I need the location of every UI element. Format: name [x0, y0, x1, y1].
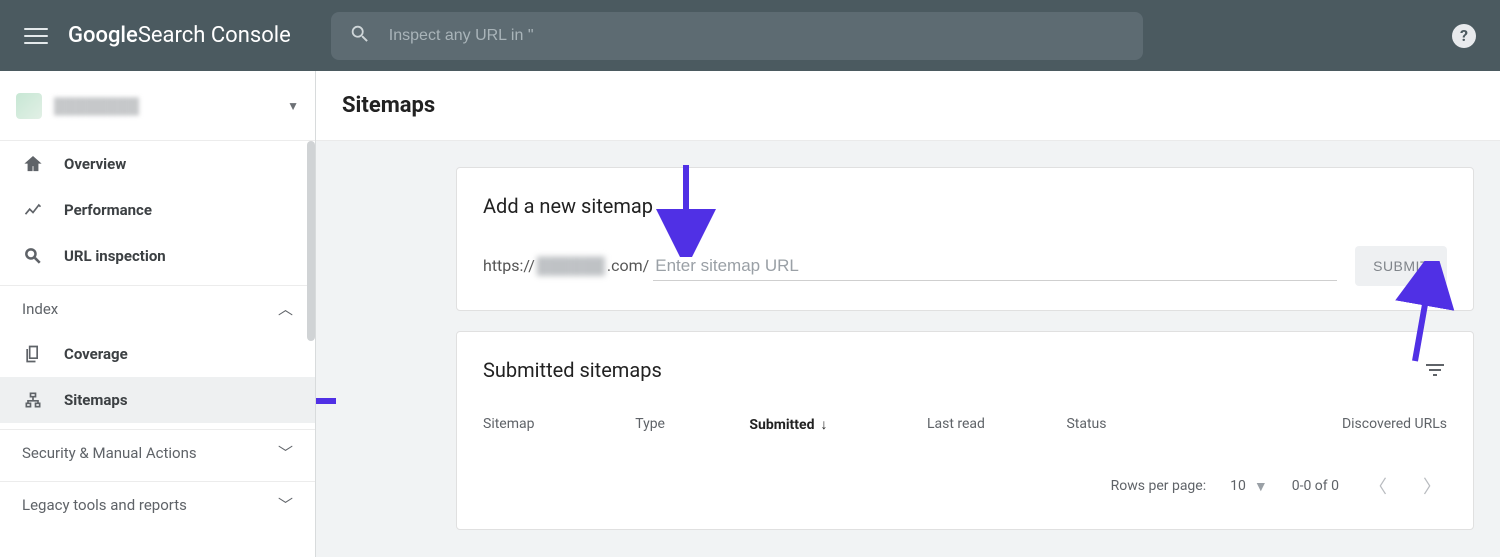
- sitemap-prefix: https:// ██████ .com/: [483, 256, 649, 276]
- sidebar-item-performance[interactable]: Performance: [0, 187, 315, 233]
- trend-icon: [22, 199, 44, 221]
- sidebar-item-label: Performance: [64, 201, 152, 219]
- page-range: 0-0 of 0: [1292, 478, 1339, 494]
- menu-icon[interactable]: [24, 24, 48, 48]
- pages-icon: [22, 343, 44, 365]
- rows-per-page-label: Rows per page:: [1111, 478, 1206, 494]
- search-icon: [349, 23, 371, 49]
- sidebar-item-label: Coverage: [64, 345, 128, 363]
- brand-google: Google: [68, 23, 138, 48]
- annotation-arrow: [656, 157, 716, 257]
- col-status[interactable]: Status: [1066, 416, 1269, 433]
- col-last-read[interactable]: Last read: [927, 416, 1067, 433]
- chevron-down-icon: ﹀: [278, 494, 293, 515]
- app-header: Google Search Console ?: [0, 0, 1500, 71]
- url-inspect-search[interactable]: [331, 12, 1143, 60]
- chevron-down-icon: ﹀: [278, 442, 293, 463]
- arrow-down-icon: ↓: [820, 416, 827, 433]
- chevron-down-icon: ▼: [287, 99, 299, 113]
- property-selector[interactable]: ████████ ▼: [0, 71, 315, 141]
- product-logo: Google Search Console: [68, 23, 291, 48]
- page-title: Sitemaps: [316, 71, 1500, 141]
- home-icon: [22, 153, 44, 175]
- submitted-sitemaps-card: Submitted sitemaps Sitemap Type Submitte…: [456, 331, 1474, 530]
- sidebar-item-label: Sitemaps: [64, 391, 128, 409]
- sidebar-section-security[interactable]: Security & Manual Actions ﹀: [0, 429, 315, 475]
- section-label: Legacy tools and reports: [22, 496, 278, 514]
- chevron-up-icon: ︿: [278, 298, 293, 319]
- section-label: Security & Manual Actions: [22, 444, 278, 462]
- table-header: Sitemap Type Submitted ↓ Last read Statu…: [483, 416, 1447, 433]
- sidebar-item-label: URL inspection: [64, 247, 166, 265]
- col-discovered[interactable]: Discovered URLs: [1269, 416, 1447, 433]
- add-sitemap-card: Add a new sitemap https:// ██████ .com/ …: [456, 167, 1474, 311]
- sidebar-item-url-inspection[interactable]: URL inspection: [0, 233, 315, 279]
- rows-per-page-select[interactable]: 10 ▼: [1230, 478, 1268, 495]
- help-icon[interactable]: ?: [1452, 24, 1476, 48]
- sidebar-item-label: Overview: [64, 155, 126, 173]
- annotation-arrow: [316, 381, 346, 421]
- card-heading: Add a new sitemap: [483, 194, 1447, 218]
- content-canvas: Add a new sitemap https:// ██████ .com/ …: [316, 141, 1500, 557]
- sidebar-item-coverage[interactable]: Coverage: [0, 331, 315, 377]
- search-icon: [22, 245, 44, 267]
- annotation-arrow: [1380, 261, 1460, 371]
- sidebar: ████████ ▼ Overview Performance URL insp…: [0, 71, 316, 557]
- sidebar-item-sitemaps[interactable]: Sitemaps: [0, 377, 315, 423]
- search-input[interactable]: [371, 27, 1125, 45]
- sitemap-url-input[interactable]: [653, 252, 1337, 281]
- sidebar-item-overview[interactable]: Overview: [0, 141, 315, 187]
- section-label: Index: [22, 300, 278, 318]
- sidebar-section-legacy[interactable]: Legacy tools and reports ﹀: [0, 481, 315, 527]
- sidebar-section-index[interactable]: Index ︿: [0, 285, 315, 331]
- col-sitemap[interactable]: Sitemap: [483, 416, 635, 433]
- table-pager: Rows per page: 10 ▼ 0-0 of 0 〈 〉: [483, 467, 1447, 505]
- property-name: ████████: [54, 97, 287, 115]
- sitemap-icon: [22, 389, 44, 411]
- card-heading: Submitted sitemaps: [483, 358, 1423, 382]
- sidebar-scrollbar[interactable]: [307, 141, 315, 341]
- main-content: Sitemaps Add a new sitemap https:// ████…: [316, 71, 1500, 557]
- chevron-down-icon: ▼: [1254, 478, 1268, 495]
- property-favicon: [16, 93, 42, 119]
- prev-page-button[interactable]: 〈: [1363, 467, 1393, 505]
- next-page-button[interactable]: 〉: [1417, 467, 1447, 505]
- brand-rest: Search Console: [138, 23, 291, 48]
- col-submitted[interactable]: Submitted ↓: [749, 416, 927, 433]
- col-type[interactable]: Type: [635, 416, 749, 433]
